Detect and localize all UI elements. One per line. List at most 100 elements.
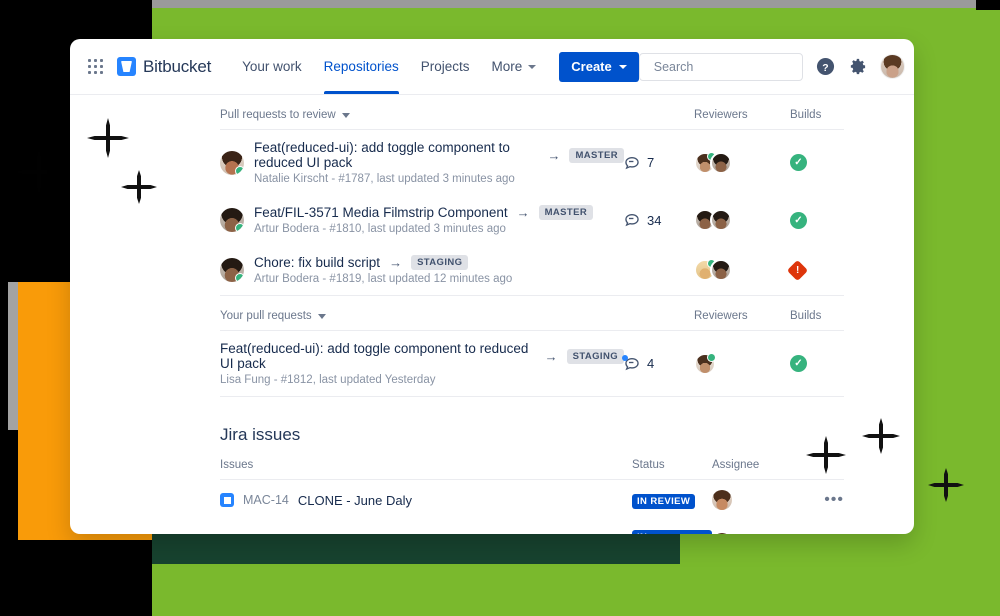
sparkle-icon-2 [121,170,157,204]
comment-icon [624,212,640,228]
pr-review-collapse-toggle[interactable]: Pull requests to review [220,109,694,121]
pull-request-row[interactable]: Chore: fix build script → STAGING Artur … [220,245,844,295]
nav-label: Projects [420,59,470,74]
help-icon[interactable]: ? [816,57,835,76]
pr-meta: Lisa Fung - #1812, last updated Yesterda… [220,374,436,386]
create-label: Create [571,59,612,74]
reviewers [694,151,790,174]
issue-summary[interactable]: CLONE - June Daly [298,493,412,508]
nav-item-your-work[interactable]: Your work [231,39,313,94]
section-title: Your pull requests [220,310,312,322]
author-avatar-wrap [220,150,254,175]
jira-issues-heading: Jira issues [220,425,301,444]
build-success-icon: ✓ [790,211,807,229]
comment-count: 7 [624,155,694,171]
pr-meta: Artur Bodera - #1819, last updated 12 mi… [254,273,513,285]
pr-meta: Natalie Kirscht - #1787, last updated 3 … [254,173,515,185]
pr-title[interactable]: Feat/FIL-3571 Media Filmstrip Component [254,205,508,220]
pr-title[interactable]: Feat(reduced-ui): add toggle component t… [220,341,536,371]
assignee-avatar [712,533,732,534]
gear-icon[interactable] [848,57,867,76]
bitbucket-window: Bitbucket Your work Repositories Project… [70,39,914,534]
pull-request-row[interactable]: Feat(reduced-ui): add toggle component t… [220,130,844,195]
avatar [220,150,244,175]
pr-title[interactable]: Chore: fix build script [254,255,380,270]
sparkle-icon-left-dark [14,148,64,196]
comment-number: 7 [647,155,655,170]
your-pr-rows: Feat(reduced-ui): add toggle component t… [220,331,844,397]
black-block-bottom [0,540,152,616]
pr-review-rows: Feat(reduced-ui): add toggle component t… [220,130,844,296]
page-content: Pull requests to review Reviewers Builds… [70,95,914,534]
assignee-avatar [712,490,732,510]
branch-badge: STAGING [566,348,624,364]
status-badge: IN REVIEW [632,494,696,509]
column-header-reviewers: Reviewers [694,310,748,322]
pr-main: Chore: fix build script → STAGING Artur … [254,255,624,285]
build-success-icon: ✓ [790,355,807,372]
author-avatar-wrap [220,208,254,232]
pull-request-row[interactable]: Feat(reduced-ui): add toggle component t… [220,331,844,396]
chevron-down-icon [618,64,627,69]
chevron-down-icon [317,313,326,319]
green-block-bottom [152,564,1000,616]
your-pr-collapse-toggle[interactable]: Your pull requests [220,310,694,322]
sparkle-icon-3 [806,436,846,474]
column-header-issues: Issues [220,459,254,471]
nav-item-projects[interactable]: Projects [410,39,481,94]
column-header-builds: Builds [790,310,822,322]
issue-type-task-icon [220,493,234,507]
chevron-down-icon [341,112,350,118]
pr-main: Feat(reduced-ui): add toggle component t… [254,140,624,185]
pr-title[interactable]: Feat(reduced-ui): add toggle component t… [254,140,538,170]
column-header-assignee: Assignee [712,459,760,471]
your-pull-requests-section: Your pull requests Reviewers Builds Feat… [220,296,844,397]
dark-green-block [152,532,680,564]
reviewer-avatar [694,352,716,375]
comment-count: 4 [622,354,694,372]
reviewers [694,259,790,281]
search-box[interactable]: / [638,52,824,81]
chevron-down-icon [528,64,537,69]
create-button[interactable]: Create [559,51,639,82]
row-actions-menu[interactable]: ••• [824,492,844,508]
unread-indicator-dot [622,354,628,361]
search-input[interactable] [653,59,815,74]
column-header-reviewers: Reviewers [694,109,748,121]
comment-number: 4 [647,356,655,371]
user-avatar[interactable] [879,54,905,79]
arrow-right-icon: → [544,348,558,364]
reviewer-avatar [710,259,732,281]
nav-label: Repositories [323,59,399,74]
nav-item-repositories[interactable]: Repositories [313,39,410,94]
section-header: Your pull requests Reviewers Builds [220,296,844,331]
black-corner-top-right [976,0,1000,10]
column-header-builds: Builds [790,109,822,121]
bitbucket-logo-icon [117,57,136,76]
nav-item-more[interactable]: More [481,39,548,94]
app-switcher-icon[interactable] [88,59,103,74]
comment-count: 34 [624,212,694,228]
branch-badge: MASTER [538,205,594,220]
jira-issue-row[interactable]: MAC-14 CLONE - June Daly IN REVIEW ••• [220,480,844,520]
branch-badge: STAGING [411,255,469,270]
jira-issue-row[interactable]: IOS-8 Afterburner revision II script IN … [220,520,844,534]
sparkle-icon-1 [87,118,129,158]
approved-check-icon [707,352,716,362]
bitbucket-logo-link[interactable]: Bitbucket [117,57,211,77]
top-navigation-bar: Bitbucket Your work Repositories Project… [70,39,914,95]
reviewers [694,209,790,231]
build-status: ✓ [790,211,844,229]
primary-nav: Your work Repositories Projects More Cre… [231,39,639,94]
author-avatar-wrap [220,258,254,282]
arrow-right-icon: → [516,205,530,220]
branch-badge: MASTER [569,147,624,163]
avatar [220,208,244,232]
issue-key[interactable]: MAC-14 [243,493,289,507]
build-failed-icon: ! [786,259,809,281]
svg-text:?: ? [822,63,828,74]
section-title: Pull requests to review [220,109,336,121]
pull-request-row[interactable]: Feat/FIL-3571 Media Filmstrip Component … [220,195,844,245]
comment-icon [622,354,640,372]
avatar [220,258,244,282]
